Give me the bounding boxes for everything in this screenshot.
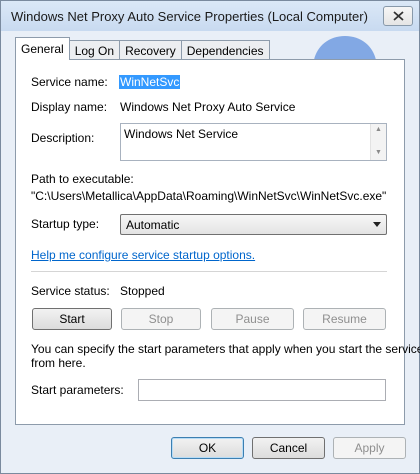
description-scrollbar[interactable]: ▲ ▼: [370, 124, 386, 160]
info-text-line1: You can specify the start parameters tha…: [31, 342, 420, 356]
general-panel: Service name: WinNetSvc Display name: Wi…: [15, 59, 420, 425]
path-label: Path to executable:: [31, 172, 134, 186]
tab-strip: General Log On Recovery Dependencies: [15, 37, 270, 60]
ok-button[interactable]: OK: [171, 437, 244, 459]
apply-button[interactable]: Apply: [333, 437, 406, 459]
description-field[interactable]: Windows Net Service ▲ ▼: [120, 123, 387, 161]
properties-dialog: Windows Net Proxy Auto Service Propertie…: [0, 0, 420, 474]
service-status-label: Service status:: [31, 284, 110, 298]
pause-button[interactable]: Pause: [211, 308, 294, 330]
description-label: Description:: [31, 131, 95, 145]
display-name-value[interactable]: Windows Net Proxy Auto Service: [120, 100, 295, 114]
service-status-value: Stopped: [120, 284, 165, 298]
scroll-down-icon[interactable]: ▼: [375, 149, 382, 156]
divider: [31, 271, 387, 272]
display-name-label: Display name:: [31, 100, 108, 114]
path-value[interactable]: "C:\Users\Metallica\AppData\Roaming\WinN…: [31, 189, 386, 203]
service-name-value[interactable]: WinNetSvc: [119, 75, 181, 89]
tab-log-on[interactable]: Log On: [68, 40, 121, 60]
cancel-button[interactable]: Cancel: [252, 437, 325, 459]
stop-button[interactable]: Stop: [121, 308, 201, 330]
window-title: Windows Net Proxy Auto Service Propertie…: [11, 9, 368, 24]
tab-general[interactable]: General: [15, 37, 70, 60]
help-configure-link[interactable]: Help me configure service startup option…: [31, 248, 255, 262]
chevron-down-icon: [373, 222, 381, 227]
info-text-line2: from here.: [31, 356, 86, 370]
close-icon: [393, 11, 404, 21]
startup-type-select[interactable]: Automatic: [120, 214, 387, 235]
service-name-label: Service name:: [31, 75, 108, 89]
startup-type-value: Automatic: [126, 218, 180, 232]
start-parameters-label: Start parameters:: [31, 383, 124, 397]
startup-type-label: Startup type:: [31, 217, 100, 231]
resume-button[interactable]: Resume: [303, 308, 386, 330]
scroll-up-icon[interactable]: ▲: [375, 126, 382, 133]
title-bar[interactable]: Windows Net Proxy Auto Service Propertie…: [1, 1, 419, 31]
start-button[interactable]: Start: [32, 308, 112, 330]
close-button[interactable]: [383, 6, 413, 26]
tab-recovery[interactable]: Recovery: [119, 40, 182, 60]
description-value: Windows Net Service: [124, 127, 239, 141]
start-parameters-input[interactable]: [138, 379, 386, 401]
tab-dependencies[interactable]: Dependencies: [180, 40, 270, 60]
